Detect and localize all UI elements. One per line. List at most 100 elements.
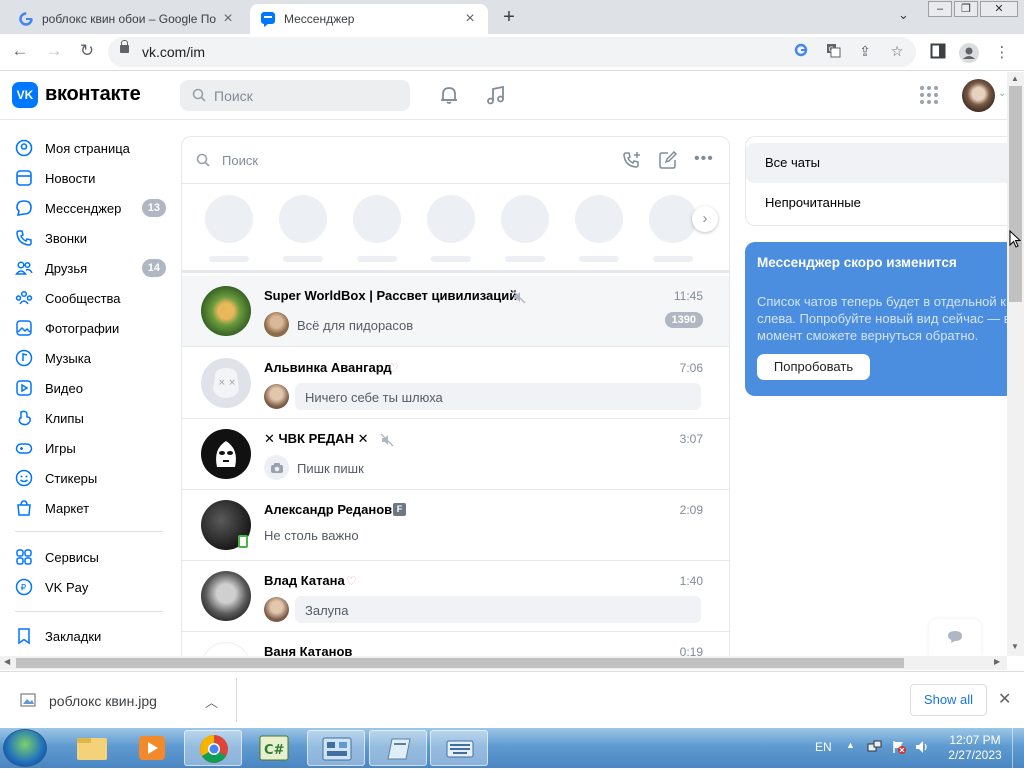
sidebar-item-label: Музыка (45, 350, 91, 366)
back-arrow-icon[interactable]: ← (8, 41, 32, 63)
url-text[interactable]: vk.com/im (142, 44, 205, 60)
try-button[interactable]: Попробовать (757, 354, 870, 380)
horizontal-scrollbar[interactable]: ◀ ▶ (0, 656, 1007, 670)
profile-icon[interactable] (959, 43, 979, 63)
chevron-right-icon[interactable]: › (692, 206, 718, 232)
tab-close-icon[interactable]: × (462, 10, 478, 28)
chat-name: Super WorldBox | Рассвет цивилизаций (264, 288, 518, 303)
scroll-down-icon[interactable]: ▼ (1011, 642, 1019, 651)
share-icon[interactable]: ⇪ (856, 43, 874, 61)
keyboard-language[interactable]: EN (815, 740, 832, 754)
scroll-left-icon[interactable]: ◀ (4, 657, 10, 666)
svg-text:C#: C# (264, 743, 285, 758)
google-lens-icon[interactable] (792, 43, 810, 61)
sidebar-item-friends[interactable]: Друзья 14 (15, 256, 170, 280)
music-player-icon[interactable] (485, 84, 507, 109)
notes-app-taskbar-icon[interactable] (369, 730, 427, 766)
sidebar-item-bookmarks[interactable]: Закладки (15, 624, 170, 648)
sidebar-item-video[interactable]: Видео (15, 376, 170, 400)
sidebar-item-music[interactable]: Музыка (15, 346, 170, 370)
chat-row[interactable]: ✕ ЧВК РЕДАН ✕ 3:07 Пишк пишк (182, 419, 729, 490)
address-bar[interactable]: vk.com/im G ⇪ ☆ (108, 37, 916, 67)
translate-icon[interactable]: G (824, 43, 842, 61)
show-all-button[interactable]: Show all (910, 684, 987, 716)
download-filename[interactable]: роблокс квин.jpg (49, 693, 157, 709)
scroll-up-icon[interactable]: ▲ (1011, 74, 1019, 83)
chat-widget-button[interactable] (929, 619, 981, 656)
notifications-bell-icon[interactable] (438, 84, 460, 109)
chat-time: 3:07 (679, 432, 703, 446)
apps-grid-icon[interactable] (919, 85, 939, 108)
sidebar-item-calls[interactable]: Звонки (15, 226, 170, 250)
control-panel-taskbar-icon[interactable] (307, 730, 365, 766)
close-download-bar-icon[interactable]: ✕ (998, 689, 1011, 709)
chat-row[interactable]: Влад Катана ♡ 1:40 Залупа (182, 561, 729, 632)
more-vertical-icon[interactable]: ⋮ (992, 43, 1012, 63)
media-player-taskbar-icon[interactable] (123, 730, 181, 766)
chrome-taskbar-icon[interactable] (184, 730, 242, 766)
system-clock[interactable]: 12:07 PM 2/27/2023 (944, 733, 1006, 763)
vertical-scroll-thumb[interactable] (1009, 86, 1022, 302)
sidebar-item-market[interactable]: Маркет (15, 496, 170, 520)
more-horizontal-icon[interactable]: ••• (694, 150, 714, 168)
sidebar-item-services[interactable]: Сервисы (15, 545, 170, 569)
sidebar-item-messenger[interactable]: Мессенджер 13 (15, 196, 170, 220)
chevron-up-icon[interactable]: ︿ (205, 692, 218, 711)
start-button-icon[interactable] (3, 729, 47, 767)
sidebar-item-stickers[interactable]: Стикеры (15, 466, 170, 490)
chat-row[interactable]: Ваня Катанов 0:19 (182, 632, 729, 656)
add-call-icon[interactable] (622, 150, 642, 173)
tab-google-search[interactable]: роблокс квин обои – Google По × (8, 4, 246, 34)
keyboard-app-taskbar-icon[interactable] (430, 730, 488, 766)
chat-row[interactable]: Super WorldBox | Рассвет цивилизаций 11:… (182, 276, 729, 347)
bookmark-star-icon[interactable]: ☆ (888, 43, 906, 61)
side-panel-icon[interactable] (928, 43, 948, 63)
vk-brand-name[interactable]: вконтакте (45, 83, 141, 106)
filter-all-chats[interactable]: Все чаты (746, 143, 1008, 183)
muted-icon (512, 290, 526, 307)
chat-search-bar[interactable]: Поиск ••• (182, 137, 729, 184)
chat-name: Александр Реданов (264, 502, 393, 517)
compose-icon[interactable] (658, 150, 678, 173)
show-desktop-button[interactable] (1012, 728, 1024, 768)
tab-messenger[interactable]: Мессенджер × (250, 4, 488, 34)
action-center-icon[interactable] (891, 739, 907, 758)
sidebar-item-label: Друзья (45, 260, 88, 276)
chat-last-message: Не столь важно (264, 528, 359, 543)
tab-search-chevron-icon[interactable]: ⌄ (898, 7, 909, 23)
vertical-scrollbar[interactable]: ▲ ▼ (1007, 72, 1024, 656)
sidebar-item-clips[interactable]: Клипы (15, 406, 170, 430)
sidebar-item-games[interactable]: Игры (15, 436, 170, 460)
sidebar-item-news[interactable]: Новости (15, 166, 170, 190)
network-icon[interactable] (866, 739, 882, 758)
profile-chevron-down-icon[interactable]: ⌄ (998, 88, 1006, 99)
filter-unread[interactable]: Непрочитанные (746, 183, 1008, 223)
close-window-icon[interactable]: ✕ (980, 1, 1018, 17)
chat-avatar: × × (201, 358, 251, 408)
horizontal-scroll-thumb[interactable] (16, 658, 904, 668)
vk-search-input[interactable]: Поиск (180, 80, 410, 111)
new-tab-icon[interactable]: + (498, 6, 520, 29)
vk-logo-icon[interactable]: VK (12, 82, 38, 108)
restore-icon[interactable]: ❐ (954, 1, 978, 17)
tab-close-icon[interactable]: × (220, 10, 236, 28)
chat-list-panel: Поиск ••• › Super WorldBox | Рассвет цив… (181, 136, 730, 656)
sidebar-item-photos[interactable]: Фотографии (15, 316, 170, 340)
reload-icon[interactable]: ↻ (75, 41, 99, 63)
services-icon (15, 548, 33, 566)
forward-arrow-icon[interactable]: → (42, 41, 66, 63)
sidebar-item-communities[interactable]: Сообщества (15, 286, 170, 310)
user-avatar[interactable] (962, 79, 995, 112)
volume-icon[interactable] (914, 739, 930, 758)
tray-expand-icon[interactable]: ▲ (846, 740, 855, 750)
chat-row[interactable]: Александр Реданов F 2:09 Не столь важно (182, 490, 729, 561)
sidebar-item-my-page[interactable]: Моя страница (15, 136, 170, 160)
chat-row[interactable]: × × Альвинка Авангард ♡ 7:06 Ничего себе… (182, 348, 729, 419)
story-placeholder (205, 195, 253, 243)
scroll-right-icon[interactable]: ▶ (994, 657, 1000, 666)
explorer-taskbar-icon[interactable] (63, 730, 121, 766)
csharp-app-taskbar-icon[interactable]: C# (245, 730, 303, 766)
minimize-icon[interactable]: – (928, 1, 952, 17)
sidebar-item-label: Видео (45, 380, 83, 396)
sidebar-item-vk-pay[interactable]: ₽ VK Pay (15, 575, 170, 599)
